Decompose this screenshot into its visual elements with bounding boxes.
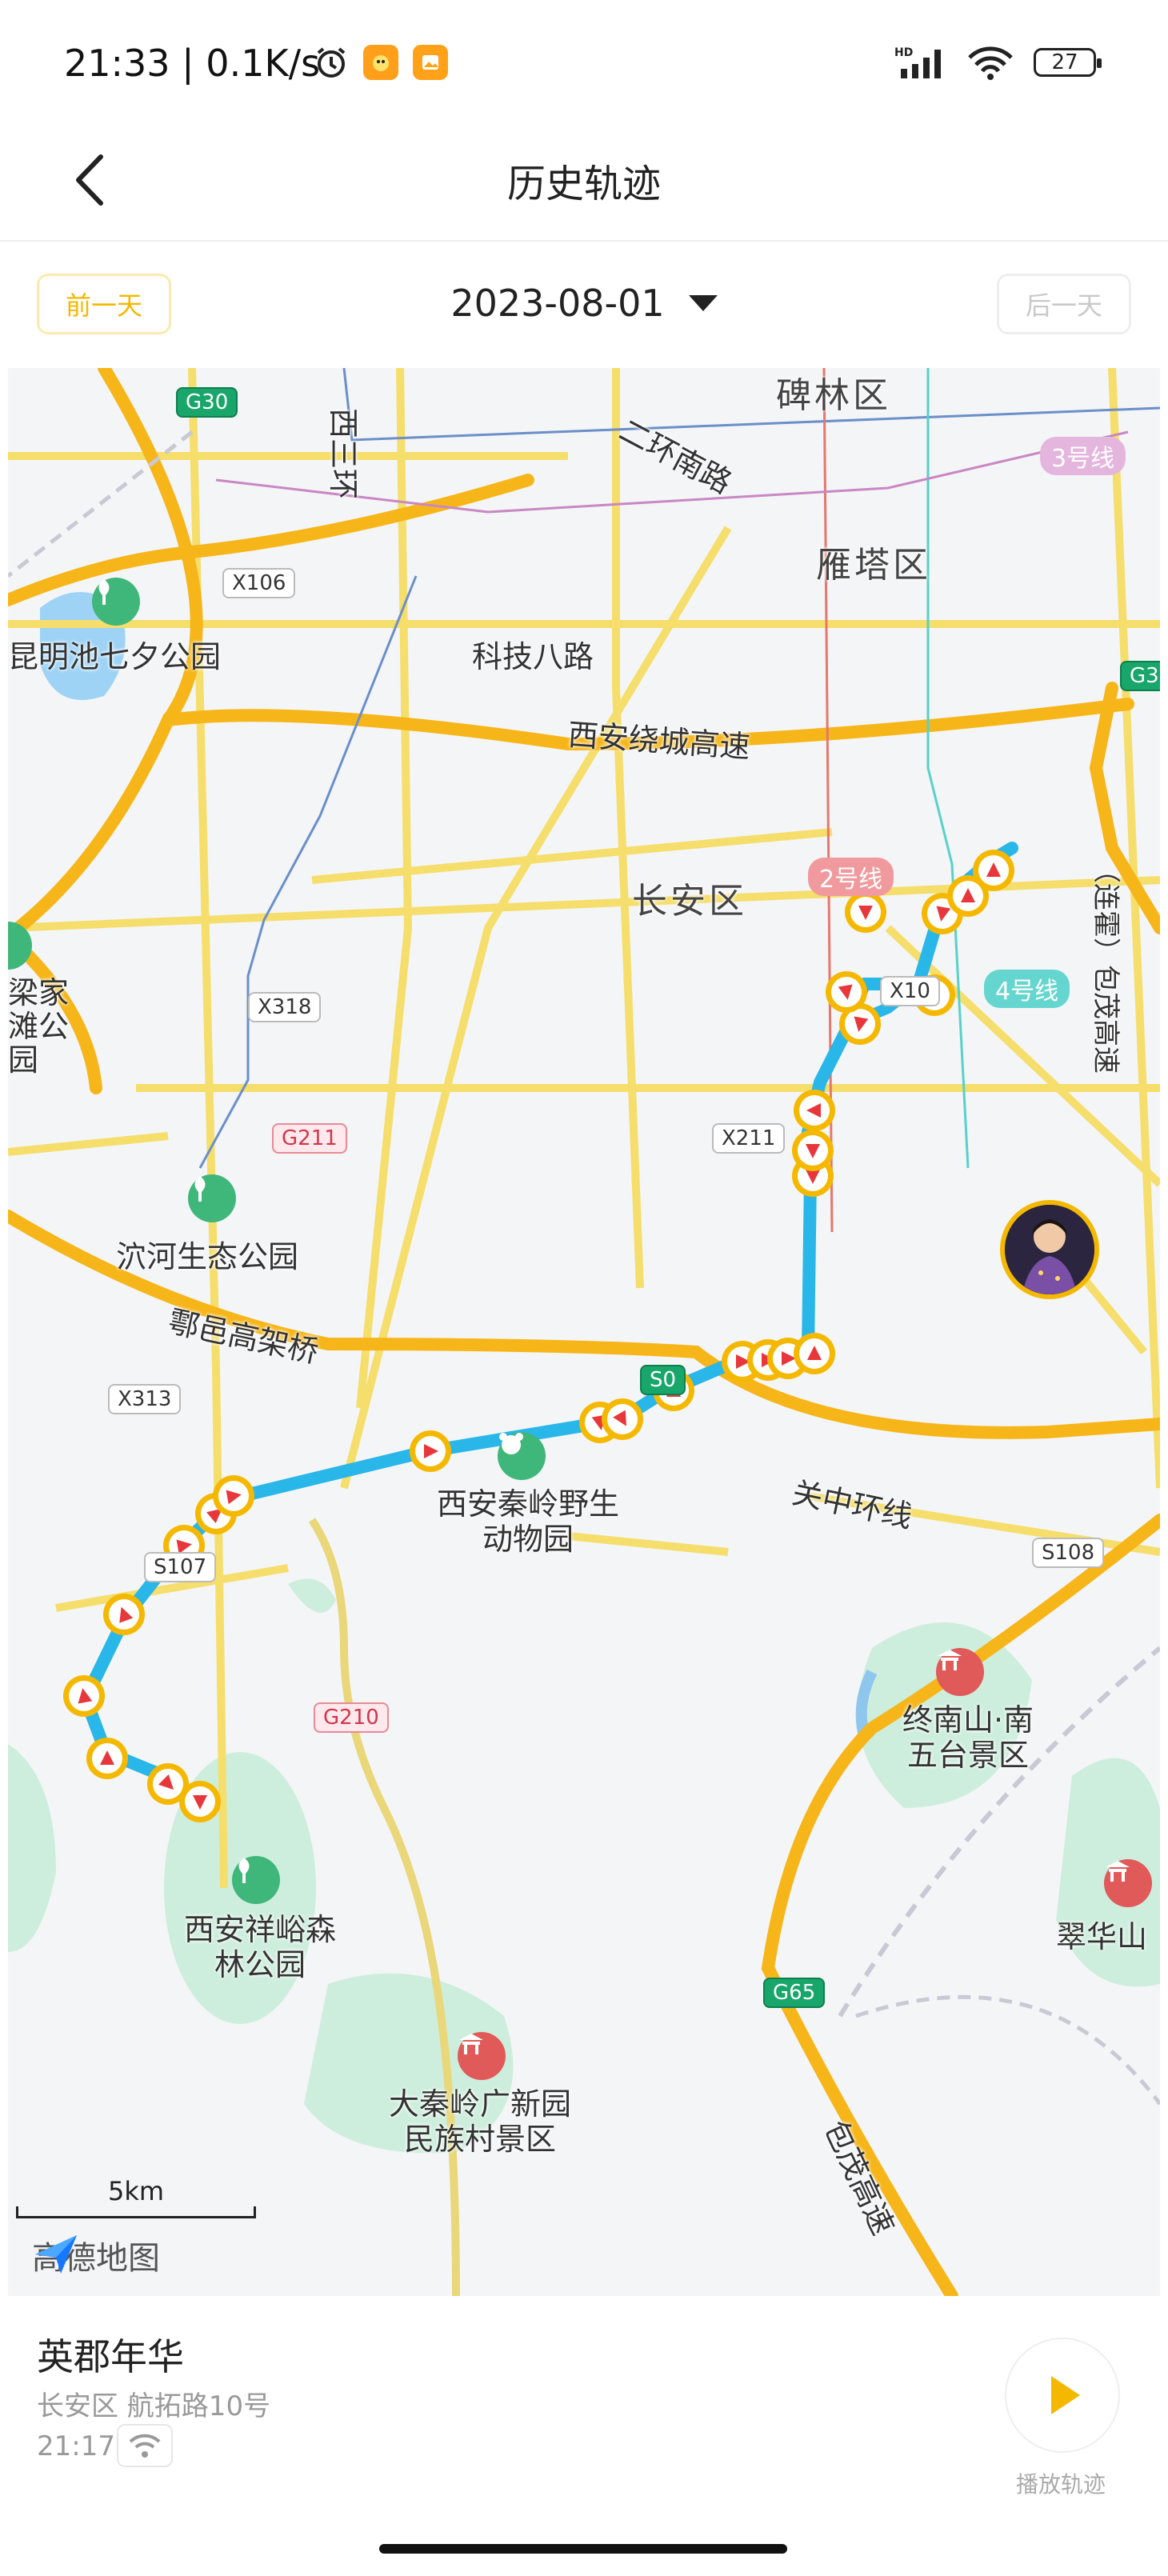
wifi-badge [117, 2424, 173, 2467]
page-title: 历史轨迹 [506, 162, 661, 206]
map-district-label: 长安区 [632, 881, 747, 922]
scale-bar [16, 2206, 256, 2218]
map-view[interactable]: 碑林区 雁塔区 长安区 二环南路 科技八路 西安绕城高速 鄠邑高架桥 关中环线 … [8, 368, 1160, 2296]
wifi-icon [129, 2434, 161, 2458]
road-tag: G30 [1120, 661, 1160, 691]
park-pin-icon [232, 1856, 280, 1904]
status-bar: 21:33 | 0.1K/s HD 27 [0, 0, 1168, 120]
park-pin-icon [188, 1174, 236, 1222]
road-tag: X313 [108, 1384, 182, 1414]
current-location-avatar[interactable] [1000, 1200, 1099, 1299]
metro-line-label: 4号线 [984, 970, 1070, 1008]
date-bar: 前一天 2023-08-01 后一天 [0, 242, 1168, 368]
scenic-pin-icon [458, 2032, 506, 2080]
wifi-status-icon [968, 46, 1013, 80]
location-name: 英郡年华 [37, 2335, 184, 2378]
play-track-label: 播放轨迹 [1015, 2471, 1106, 2498]
poi-label: 梁家滩公园 [8, 975, 70, 1078]
amap-logo-icon [35, 2235, 77, 2274]
poi-label: 大秦岭广新园民族村景区 [388, 2086, 571, 2157]
poi-label: 翠华山 [1056, 1919, 1148, 1954]
app-notify-icon [363, 45, 398, 80]
poi-label: 昆明池七夕公园 [8, 639, 222, 674]
location-time: 21:17 [37, 2430, 115, 2462]
road-tag: G210 [314, 1702, 389, 1733]
cell-signal-icon: HD [894, 46, 941, 78]
road-tag: X10 [880, 976, 940, 1006]
map-road-label: 西三环 [326, 408, 361, 500]
date-selector[interactable]: 2023-08-01 [0, 282, 1168, 325]
status-icons [314, 45, 448, 80]
next-day-button[interactable]: 后一天 [997, 274, 1131, 334]
status-time: 21:33 | 0.1K/s [64, 42, 321, 85]
map-scale: 5km [16, 2176, 256, 2218]
road-tag: S108 [1032, 1538, 1105, 1568]
poi-label: 西安祥峪森林公园 [184, 1912, 337, 1982]
map-road-label: 科技八路 [472, 639, 594, 674]
road-tag: X106 [222, 568, 296, 598]
scale-label: 5km [107, 2176, 165, 2206]
location-address: 长安区 航拓路10号 [37, 2390, 271, 2422]
road-tag: G211 [272, 1123, 347, 1154]
road-tag: X211 [712, 1123, 786, 1154]
date-value: 2023-08-01 [450, 282, 665, 325]
play-track-button[interactable] [1005, 2338, 1120, 2453]
avatar-image [1005, 1205, 1094, 1294]
road-tag: G65 [763, 1978, 826, 2008]
poi-label: 西安秦岭野生动物园 [436, 1486, 619, 1557]
gallery-notify-icon [413, 45, 448, 80]
map-district-label: 碑林区 [776, 375, 891, 416]
play-icon [1051, 2376, 1080, 2414]
svg-text:HD: HD [894, 46, 913, 59]
location-panel: 英郡年华 长安区 航拓路10号 21:17 播放轨迹 [0, 2296, 1168, 2576]
metro-line-label: 2号线 [808, 858, 894, 896]
dropdown-triangle-icon [688, 295, 718, 311]
road-tag: X318 [248, 992, 322, 1022]
battery-indicator: 27 [1034, 48, 1102, 77]
map-road-label: （连霍）包茂高速 [1090, 856, 1122, 1074]
alarm-icon [317, 47, 346, 78]
metro-line-label: 3号线 [1040, 437, 1126, 475]
map-provider-logo: 高德地图 [32, 2232, 160, 2278]
zoo-pin-icon [498, 1432, 546, 1480]
nav-bar: 历史轨迹 [0, 120, 1168, 242]
road-tag: S107 [144, 1552, 217, 1582]
home-indicator[interactable] [379, 2544, 787, 2554]
poi-label: 终南山·南五台景区 [902, 1702, 1034, 1773]
scenic-pin-icon [1104, 1859, 1152, 1907]
map-district-label: 雁塔区 [816, 545, 931, 586]
road-tag: G30 [176, 387, 238, 418]
poi-label: 泬河生态公园 [116, 1239, 299, 1274]
park-pin-icon [92, 578, 140, 626]
scenic-pin-icon [936, 1648, 984, 1696]
status-right: HD 27 [894, 45, 1102, 80]
road-tag: S0 [640, 1365, 686, 1395]
